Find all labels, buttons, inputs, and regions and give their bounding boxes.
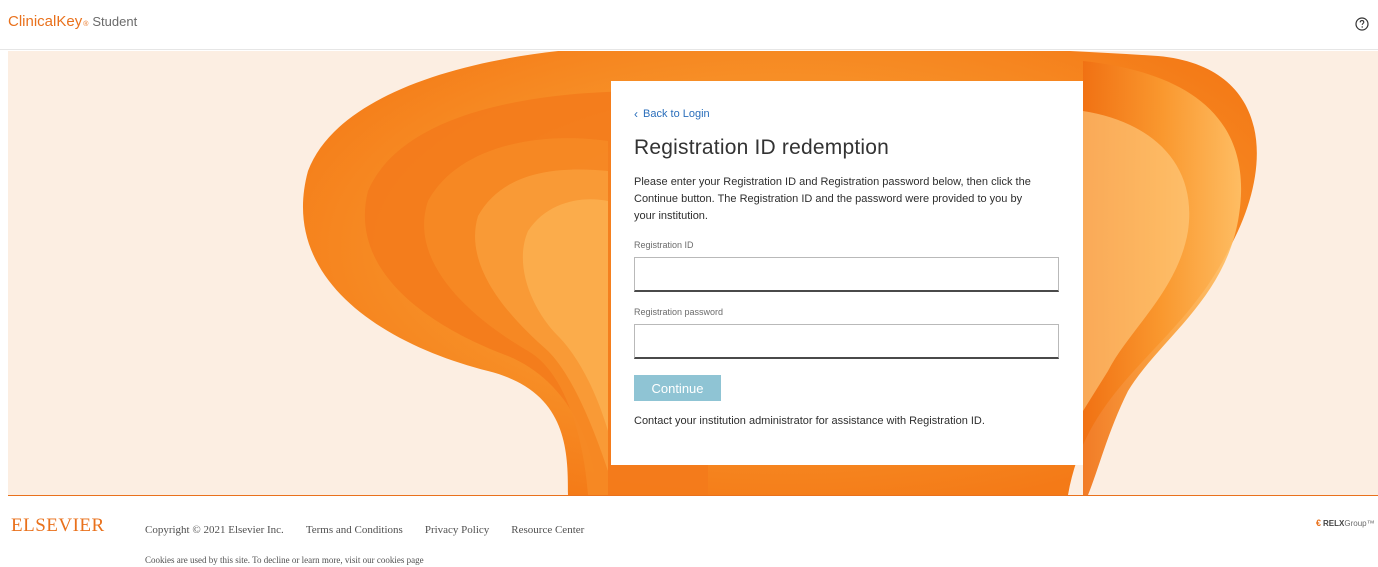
instructions-text: Please enter your Registration ID and Re… [634,176,1031,222]
registration-id-input[interactable] [634,257,1059,292]
registration-password-label: Registration password [634,307,724,317]
terms-link[interactable]: Terms and Conditions [306,524,403,536]
elsevier-logo[interactable]: ELSEVIER [11,515,105,537]
back-to-login-label: Back to Login [643,108,710,120]
top-bar: ClinicalKey ® Student [0,0,1378,50]
registration-card: ‹ Back to Login Registration ID redempti… [611,81,1083,465]
brand-name: ClinicalKey [8,13,83,30]
help-circle-icon[interactable] [1355,17,1369,31]
brand-subtitle: Student [92,14,138,29]
page-title: Registration ID redemption [634,136,889,159]
footer-links: Copyright © 2021 Elsevier Inc. Terms and… [145,524,606,536]
copyright-text: Copyright © 2021 Elsevier Inc. [145,524,284,536]
help-text: Contact your institution administrator f… [634,415,985,427]
resource-center-link[interactable]: Resource Center [511,524,584,536]
relx-group-logo[interactable]: € RELX Group™ [1316,518,1375,528]
continue-button[interactable]: Continue [634,375,721,401]
relx-bold-text: RELX [1323,518,1345,528]
clinicalkey-logo[interactable]: ClinicalKey ® Student [8,13,137,30]
brand-registered-mark: ® [83,21,89,28]
relx-mark-icon: € [1316,518,1322,528]
chevron-left-icon: ‹ [634,107,638,121]
privacy-policy-link[interactable]: Privacy Policy [425,524,489,536]
relx-group-text: Group™ [1344,518,1375,528]
registration-id-label: Registration ID [634,240,694,250]
cookies-notice[interactable]: Cookies are used by this site. To declin… [145,555,424,565]
back-to-login-link[interactable]: ‹ Back to Login [634,107,1059,121]
registration-password-input[interactable] [634,324,1059,359]
footer-divider [8,495,1378,496]
